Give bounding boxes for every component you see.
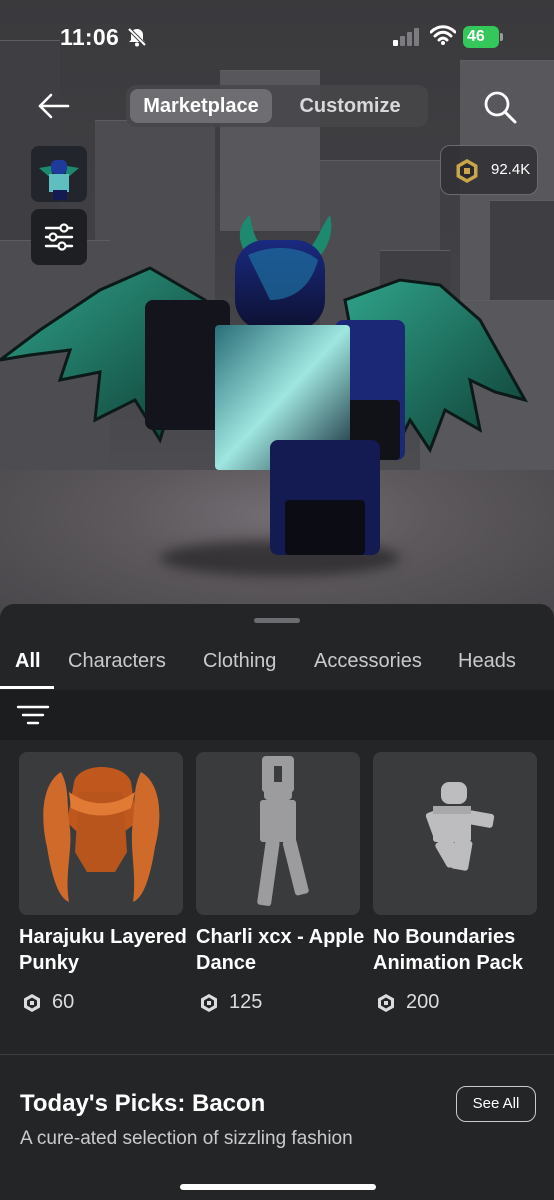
tab-accessories[interactable]: Accessories: [314, 650, 422, 673]
avatar-settings-button[interactable]: [31, 209, 87, 265]
filter-icon[interactable]: [16, 704, 50, 726]
view-segmented-control: Marketplace Customize: [126, 85, 428, 127]
battery-level: 46: [467, 28, 485, 45]
status-bar: 11:06 46: [0, 0, 554, 72]
tab-all[interactable]: All: [15, 650, 41, 673]
item-price-value: 60: [52, 991, 75, 1013]
battery-indicator: 46: [463, 26, 499, 48]
robux-icon: [456, 159, 478, 183]
tab-characters[interactable]: Characters: [68, 650, 166, 673]
wifi-icon: [430, 25, 456, 45]
robux-icon: [201, 994, 217, 1012]
avatar-thumbnail: [31, 146, 87, 202]
item-thumbnail-emote[interactable]: [196, 752, 360, 915]
tab-clothing[interactable]: Clothing: [203, 650, 276, 673]
back-arrow-icon[interactable]: [36, 88, 72, 124]
home-indicator[interactable]: [180, 1184, 376, 1190]
item-thumbnail-hair[interactable]: [19, 752, 183, 915]
section-title: Today's Picks: Bacon: [20, 1090, 266, 1117]
item-thumbnail-animation[interactable]: [373, 752, 537, 915]
tab-heads[interactable]: Heads: [458, 650, 516, 673]
tab-marketplace[interactable]: Marketplace: [130, 89, 272, 123]
see-all-button[interactable]: See All: [456, 1086, 536, 1122]
battery-tip: [500, 33, 503, 41]
item-price-value: 125: [229, 991, 263, 1013]
tab-customize[interactable]: Customize: [276, 89, 424, 123]
robux-icon: [378, 994, 394, 1012]
sheet-grabber[interactable]: [254, 618, 300, 623]
bell-slash-icon: [127, 27, 147, 47]
robux-balance-button[interactable]: 92.4K: [440, 145, 538, 195]
robux-icon: [24, 994, 40, 1012]
item-name[interactable]: No Boundaries Animation Pack: [373, 924, 543, 976]
item-price-value: 200: [406, 991, 440, 1013]
status-time: 11:06: [60, 24, 120, 50]
sliders-icon: [44, 223, 74, 251]
catalog-sheet: All Characters Clothing Accessories Head…: [0, 604, 554, 1200]
section-subtitle: A cure-ated selection of sizzling fashio…: [20, 1128, 353, 1149]
avatar-thumbnail-button[interactable]: [31, 146, 87, 202]
hair-image: [43, 767, 160, 902]
category-tabs: All Characters Clothing Accessories Head…: [0, 642, 554, 690]
search-icon[interactable]: [482, 89, 518, 125]
robux-balance: 92.4K: [491, 161, 531, 178]
dance-figure-image: [257, 756, 309, 906]
item-name[interactable]: Charli xcx - Apple Dance: [196, 924, 366, 976]
signal-icon: [393, 28, 419, 46]
item-name[interactable]: Harajuku Layered Punky: [19, 924, 189, 976]
active-tab-underline: [0, 686, 54, 689]
filter-row: [0, 690, 554, 740]
section-divider: [0, 1054, 554, 1055]
animation-figure-image: [425, 782, 495, 871]
